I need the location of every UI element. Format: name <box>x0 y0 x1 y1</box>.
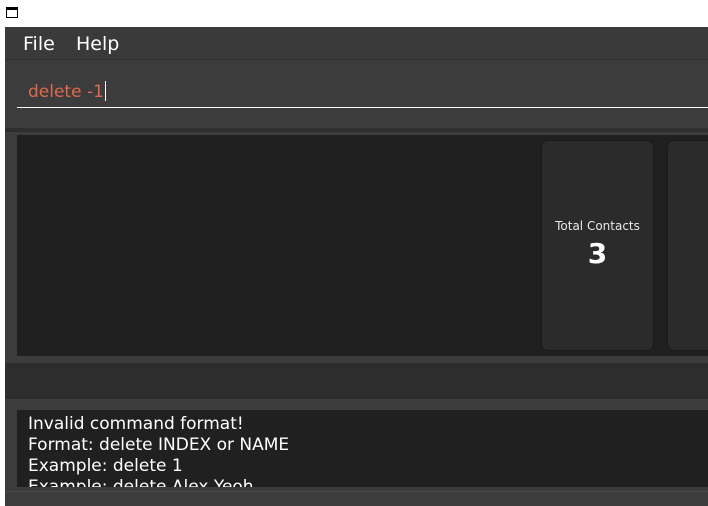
app-window: File Help delete -1 Total Contacts 3 Inv… <box>5 27 708 506</box>
stat-card-total-contacts: Total Contacts 3 <box>542 141 653 350</box>
divider <box>5 356 708 363</box>
stat-card-value: 3 <box>587 237 608 270</box>
window-icon[interactable] <box>6 7 18 18</box>
stat-card-label: Total Contacts <box>555 219 640 233</box>
result-line: Example: delete 1 <box>28 456 183 476</box>
result-line: Example: delete Alex Yeoh <box>28 477 254 487</box>
menu-help[interactable]: Help <box>76 33 119 55</box>
window-titlebar <box>0 0 708 27</box>
command-input-text: delete -1 <box>28 82 104 102</box>
text-caret <box>104 81 106 101</box>
result-line: Invalid command format! <box>28 414 244 434</box>
result-line: Format: delete INDEX or NAME <box>28 435 290 455</box>
dashboard-panel: Total Contacts 3 <box>17 135 708 356</box>
menu-file[interactable]: File <box>23 33 55 55</box>
status-bar-footer <box>5 491 708 506</box>
stat-card-partial <box>668 141 708 350</box>
command-input[interactable]: delete -1 <box>17 72 708 108</box>
command-box-area: delete -1 <box>5 60 708 129</box>
divider <box>5 128 708 132</box>
status-strip <box>5 363 708 399</box>
menu-bar: File Help <box>5 27 708 60</box>
result-display[interactable]: Invalid command format! Format: delete I… <box>17 410 708 487</box>
